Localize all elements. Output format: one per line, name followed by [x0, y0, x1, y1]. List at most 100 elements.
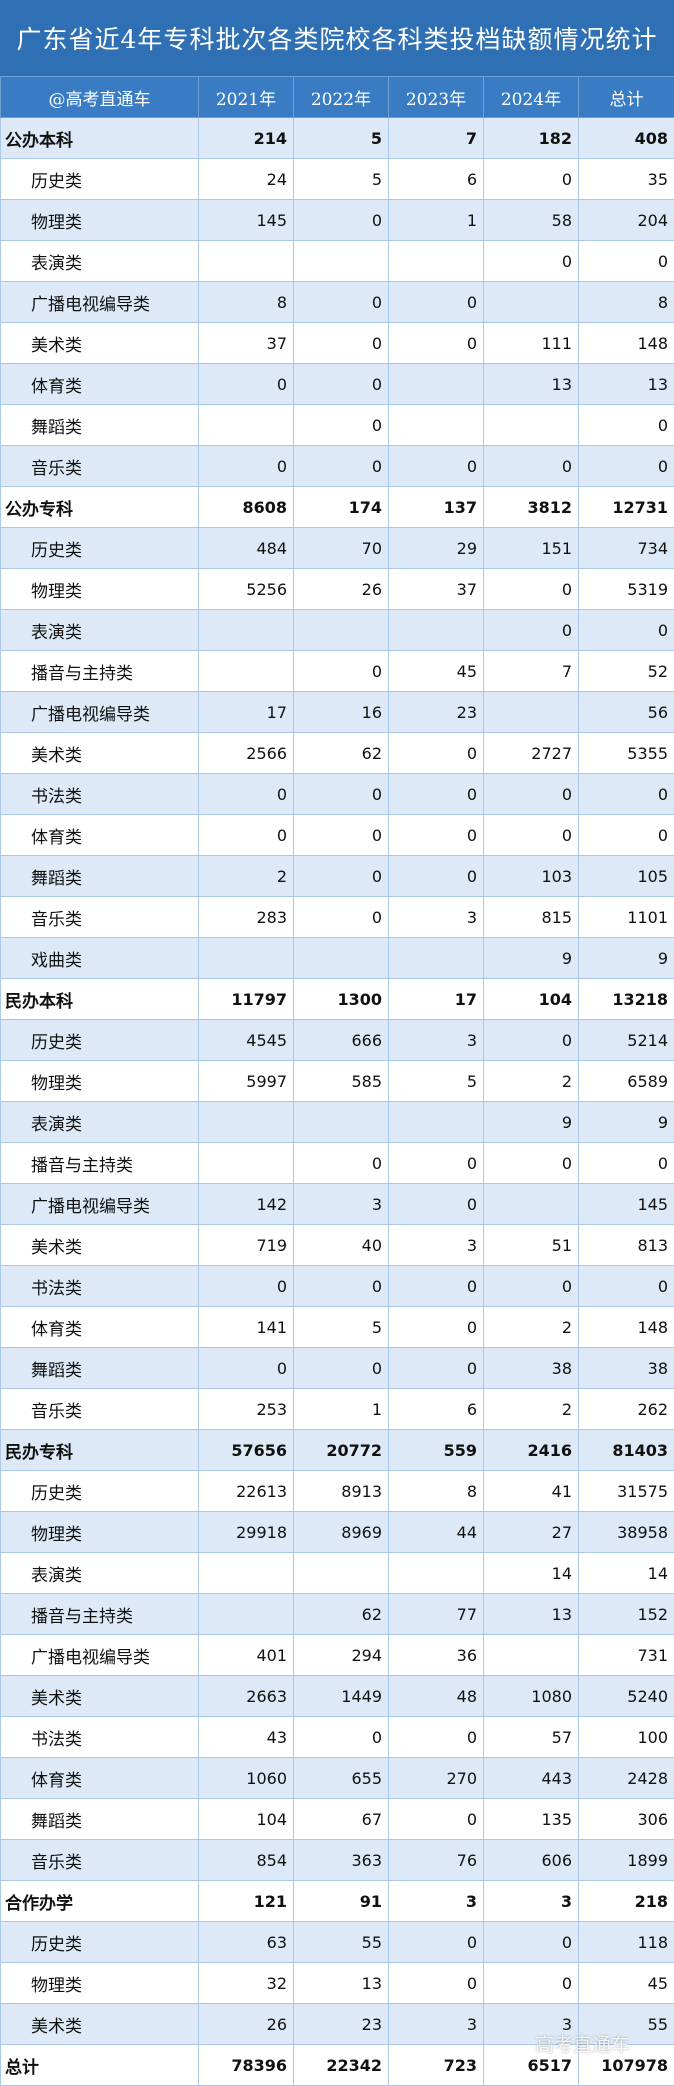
cell-value: 36 [389, 1635, 484, 1676]
cell-value [389, 938, 484, 979]
watermark-text: 高考直通车 [535, 2030, 630, 2057]
cell-value: 13 [484, 1594, 579, 1635]
cell-value: 62 [294, 1594, 389, 1635]
cell-value: 0 [294, 774, 389, 815]
cell-value: 37 [199, 323, 294, 364]
row-label: 播音与主持类 [1, 1594, 199, 1635]
table-row: 舞蹈类00 [1, 405, 674, 446]
cell-value: 40 [294, 1225, 389, 1266]
cell-value: 2 [484, 1061, 579, 1102]
header-2022: 2022年 [294, 77, 389, 118]
cell-value [199, 241, 294, 282]
cell-value: 9 [484, 1102, 579, 1143]
row-label: 播音与主持类 [1, 651, 199, 692]
table-row: 表演类1414 [1, 1553, 674, 1594]
cell-value: 3812 [484, 487, 579, 528]
cell-value: 1 [294, 1389, 389, 1430]
header-total: 总计 [579, 77, 674, 118]
row-label: 美术类 [1, 323, 199, 364]
header-2024: 2024年 [484, 77, 579, 118]
cell-value: 48 [389, 1676, 484, 1717]
cell-value: 585 [294, 1061, 389, 1102]
cell-value: 14 [579, 1553, 674, 1594]
cell-value: 29 [389, 528, 484, 569]
cell-value [389, 364, 484, 405]
cell-value: 3 [389, 2004, 484, 2045]
cell-value: 38958 [579, 1512, 674, 1553]
cell-value [484, 405, 579, 446]
cell-value: 666 [294, 1020, 389, 1061]
row-label: 物理类 [1, 1061, 199, 1102]
cell-value: 0 [579, 446, 674, 487]
row-label: 民办专科 [1, 1430, 199, 1471]
cell-value: 0 [484, 1020, 579, 1061]
cell-value: 363 [294, 1840, 389, 1881]
cell-value: 5240 [579, 1676, 674, 1717]
cell-value [389, 241, 484, 282]
cell-value: 26 [294, 569, 389, 610]
row-label: 舞蹈类 [1, 405, 199, 446]
table-row: 历史类4847029151734 [1, 528, 674, 569]
cell-value: 8913 [294, 1471, 389, 1512]
cell-value: 24 [199, 159, 294, 200]
cell-value: 0 [484, 1922, 579, 1963]
cell-value [199, 651, 294, 692]
cell-value: 0 [294, 651, 389, 692]
cell-value: 401 [199, 1635, 294, 1676]
cell-value: 142 [199, 1184, 294, 1225]
cell-value: 2663 [199, 1676, 294, 1717]
table-row: 历史类4545666305214 [1, 1020, 674, 1061]
cell-value: 20772 [294, 1430, 389, 1471]
cell-value: 5 [294, 1307, 389, 1348]
row-label: 舞蹈类 [1, 1348, 199, 1389]
cell-value: 3 [389, 1020, 484, 1061]
row-label: 音乐类 [1, 1389, 199, 1430]
cell-value: 22342 [294, 2045, 389, 2086]
cell-value: 0 [199, 446, 294, 487]
cell-value: 17 [199, 692, 294, 733]
table-row: 播音与主持类045752 [1, 651, 674, 692]
cell-value: 0 [389, 1307, 484, 1348]
cell-value: 174 [294, 487, 389, 528]
row-label: 戏曲类 [1, 938, 199, 979]
cell-value: 214 [199, 118, 294, 159]
cell-value [294, 1102, 389, 1143]
table-row: 音乐类00000 [1, 446, 674, 487]
cell-value: 0 [389, 1348, 484, 1389]
cell-value: 1 [389, 200, 484, 241]
cell-value: 29918 [199, 1512, 294, 1553]
cell-value: 57 [484, 1717, 579, 1758]
cell-value: 0 [294, 282, 389, 323]
cell-value: 0 [484, 569, 579, 610]
cell-value: 253 [199, 1389, 294, 1430]
cell-value: 0 [389, 774, 484, 815]
cell-value: 0 [294, 446, 389, 487]
table-row: 广播电视编导类8008 [1, 282, 674, 323]
table-row: 体育类001313 [1, 364, 674, 405]
table-group-row: 民办专科5765620772559241681403 [1, 1430, 674, 1471]
cell-value: 1300 [294, 979, 389, 1020]
row-label: 民办本科 [1, 979, 199, 1020]
cell-value: 0 [294, 364, 389, 405]
cell-value: 13 [294, 1963, 389, 2004]
table-row: 表演类00 [1, 610, 674, 651]
cell-value: 38 [579, 1348, 674, 1389]
cell-value: 0 [294, 815, 389, 856]
table-row: 历史类635500118 [1, 1922, 674, 1963]
cell-value: 3 [294, 1184, 389, 1225]
row-label: 物理类 [1, 1963, 199, 2004]
cell-value: 734 [579, 528, 674, 569]
cell-value: 8 [199, 282, 294, 323]
row-label: 物理类 [1, 1512, 199, 1553]
cell-value [484, 1184, 579, 1225]
cell-value: 0 [389, 1717, 484, 1758]
cell-value: 2727 [484, 733, 579, 774]
cell-value: 9 [579, 1102, 674, 1143]
header-2023: 2023年 [389, 77, 484, 118]
row-label: 广播电视编导类 [1, 1635, 199, 1676]
cell-value: 731 [579, 1635, 674, 1676]
cell-value: 0 [579, 1266, 674, 1307]
table-row: 物理类5256263705319 [1, 569, 674, 610]
cell-value: 62 [294, 733, 389, 774]
table-row: 舞蹈类0003838 [1, 1348, 674, 1389]
